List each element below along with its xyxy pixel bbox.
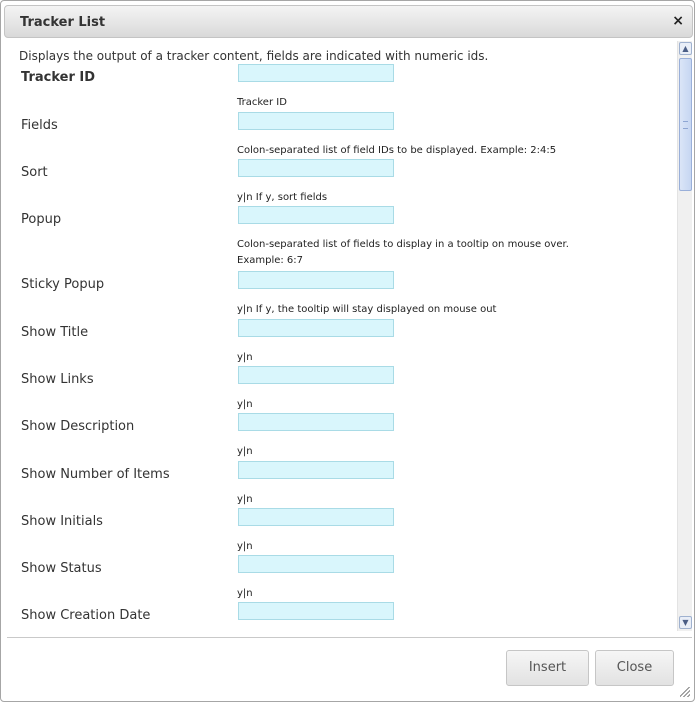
field-hint: y|n: [237, 541, 253, 552]
sticky-popup-input[interactable]: [238, 271, 394, 289]
field-hint: y|n: [237, 446, 253, 457]
popup-input[interactable]: [238, 206, 394, 224]
field-label: Show Creation Date: [21, 608, 151, 623]
field-hint: Colon-separated list of field IDs to be …: [237, 145, 557, 156]
footer-divider: [7, 637, 692, 638]
show-description-input[interactable]: [238, 413, 394, 431]
field-hint: y|n If y, the tooltip will stay displaye…: [237, 304, 497, 315]
insert-button[interactable]: Insert: [506, 650, 589, 686]
field-label: Show Links: [21, 372, 94, 387]
field-label: Show Status: [21, 561, 102, 576]
plugin-description: Displays the output of a tracker content…: [19, 49, 489, 63]
tracker-id-input[interactable]: [238, 64, 394, 82]
field-hint: y|n: [237, 494, 253, 505]
show-links-input[interactable]: [238, 366, 394, 384]
show-status-input[interactable]: [238, 555, 394, 573]
field-hint-line: Example: 6:7: [237, 255, 304, 266]
field-hint-line: Colon-separated list of fields to displa…: [237, 239, 569, 250]
dialog-titlebar[interactable]: Tracker List ×: [4, 5, 693, 38]
field-label: Popup: [21, 212, 62, 227]
vertical-scrollbar[interactable]: ▲ ▼: [677, 41, 692, 631]
dialog-title: Tracker List: [20, 15, 106, 30]
field-hint: y|n: [237, 399, 253, 410]
field-label: Show Number of Items: [21, 467, 170, 482]
tracker-list-dialog: Tracker List × Displays the output of a …: [0, 0, 695, 702]
field-label: Show Title: [21, 325, 89, 340]
close-button[interactable]: Close: [595, 650, 674, 686]
chevron-up-icon[interactable]: ▲: [679, 42, 692, 55]
field-hint: y|n: [237, 352, 253, 363]
field-label: Show Initials: [21, 514, 103, 529]
chevron-down-icon[interactable]: ▼: [679, 616, 692, 629]
field-label: Fields: [21, 118, 58, 133]
dialog-content: Displays the output of a tracker content…: [7, 41, 691, 631]
field-hint: Tracker ID: [237, 97, 287, 108]
show-initials-input[interactable]: [238, 508, 394, 526]
resize-grip-icon[interactable]: [680, 687, 690, 697]
field-hint: y|n If y, sort fields: [237, 192, 328, 203]
close-icon[interactable]: ×: [672, 13, 684, 29]
fields-input[interactable]: [238, 112, 394, 130]
field-label: Tracker ID: [21, 70, 96, 85]
field-hint: y|n: [237, 588, 253, 599]
scrollbar-thumb[interactable]: [679, 58, 692, 191]
field-label: Sticky Popup: [21, 277, 105, 292]
show-title-input[interactable]: [238, 319, 394, 337]
sort-input[interactable]: [238, 159, 394, 177]
grip-icon: [683, 121, 688, 129]
field-label: Sort: [21, 165, 48, 180]
field-label: Show Description: [21, 419, 135, 434]
field-hint: Colon-separated list of fields to displa…: [237, 237, 637, 269]
show-number-of-items-input[interactable]: [238, 461, 394, 479]
show-creation-date-input[interactable]: [238, 602, 394, 620]
